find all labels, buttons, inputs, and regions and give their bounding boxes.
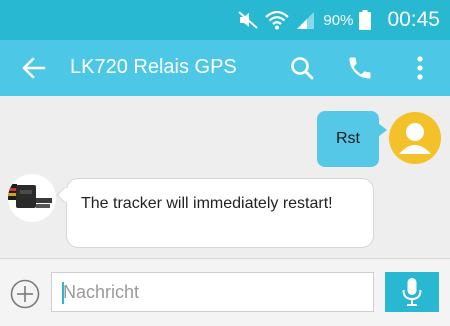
my-avatar[interactable] <box>389 112 441 164</box>
battery-icon <box>359 10 372 30</box>
bubble-tail <box>56 186 74 204</box>
incoming-message[interactable]: The tracker will immediately restart! <box>56 178 374 248</box>
message-input-box[interactable] <box>51 272 374 312</box>
message-input[interactable] <box>52 273 373 311</box>
gps-tracker-device-icon <box>8 184 52 208</box>
battery-percent: 90% <box>323 11 354 29</box>
clock: 00:45 <box>387 8 440 31</box>
signal-icon <box>297 12 315 29</box>
conversation-title: LK720 Relais GPS <box>70 56 237 78</box>
microphone-icon <box>402 278 422 306</box>
message-text: The tracker will immediately restart! <box>81 195 333 212</box>
message-list[interactable]: Rst The tracker will immediately restart… <box>0 96 450 258</box>
search-icon[interactable] <box>288 54 316 82</box>
status-bar: 90% 00:45 <box>0 0 450 40</box>
wifi-icon <box>265 10 290 30</box>
bubble-tail <box>378 123 387 137</box>
text-cursor <box>62 282 64 304</box>
mute-icon <box>238 11 259 29</box>
more-vertical-icon[interactable] <box>408 54 432 82</box>
back-arrow-icon[interactable] <box>20 54 48 82</box>
phone-icon[interactable] <box>346 54 374 82</box>
composer-bar <box>0 258 450 326</box>
contact-avatar[interactable] <box>8 174 56 222</box>
outgoing-message[interactable]: Rst <box>317 111 387 167</box>
app-bar: LK720 Relais GPS <box>0 40 450 96</box>
message-text: Rst <box>336 130 360 147</box>
status-icons: 90% 00:45 <box>237 8 440 32</box>
add-circle-icon[interactable] <box>10 279 40 309</box>
voice-input-button[interactable] <box>385 272 439 312</box>
person-icon <box>399 123 431 154</box>
